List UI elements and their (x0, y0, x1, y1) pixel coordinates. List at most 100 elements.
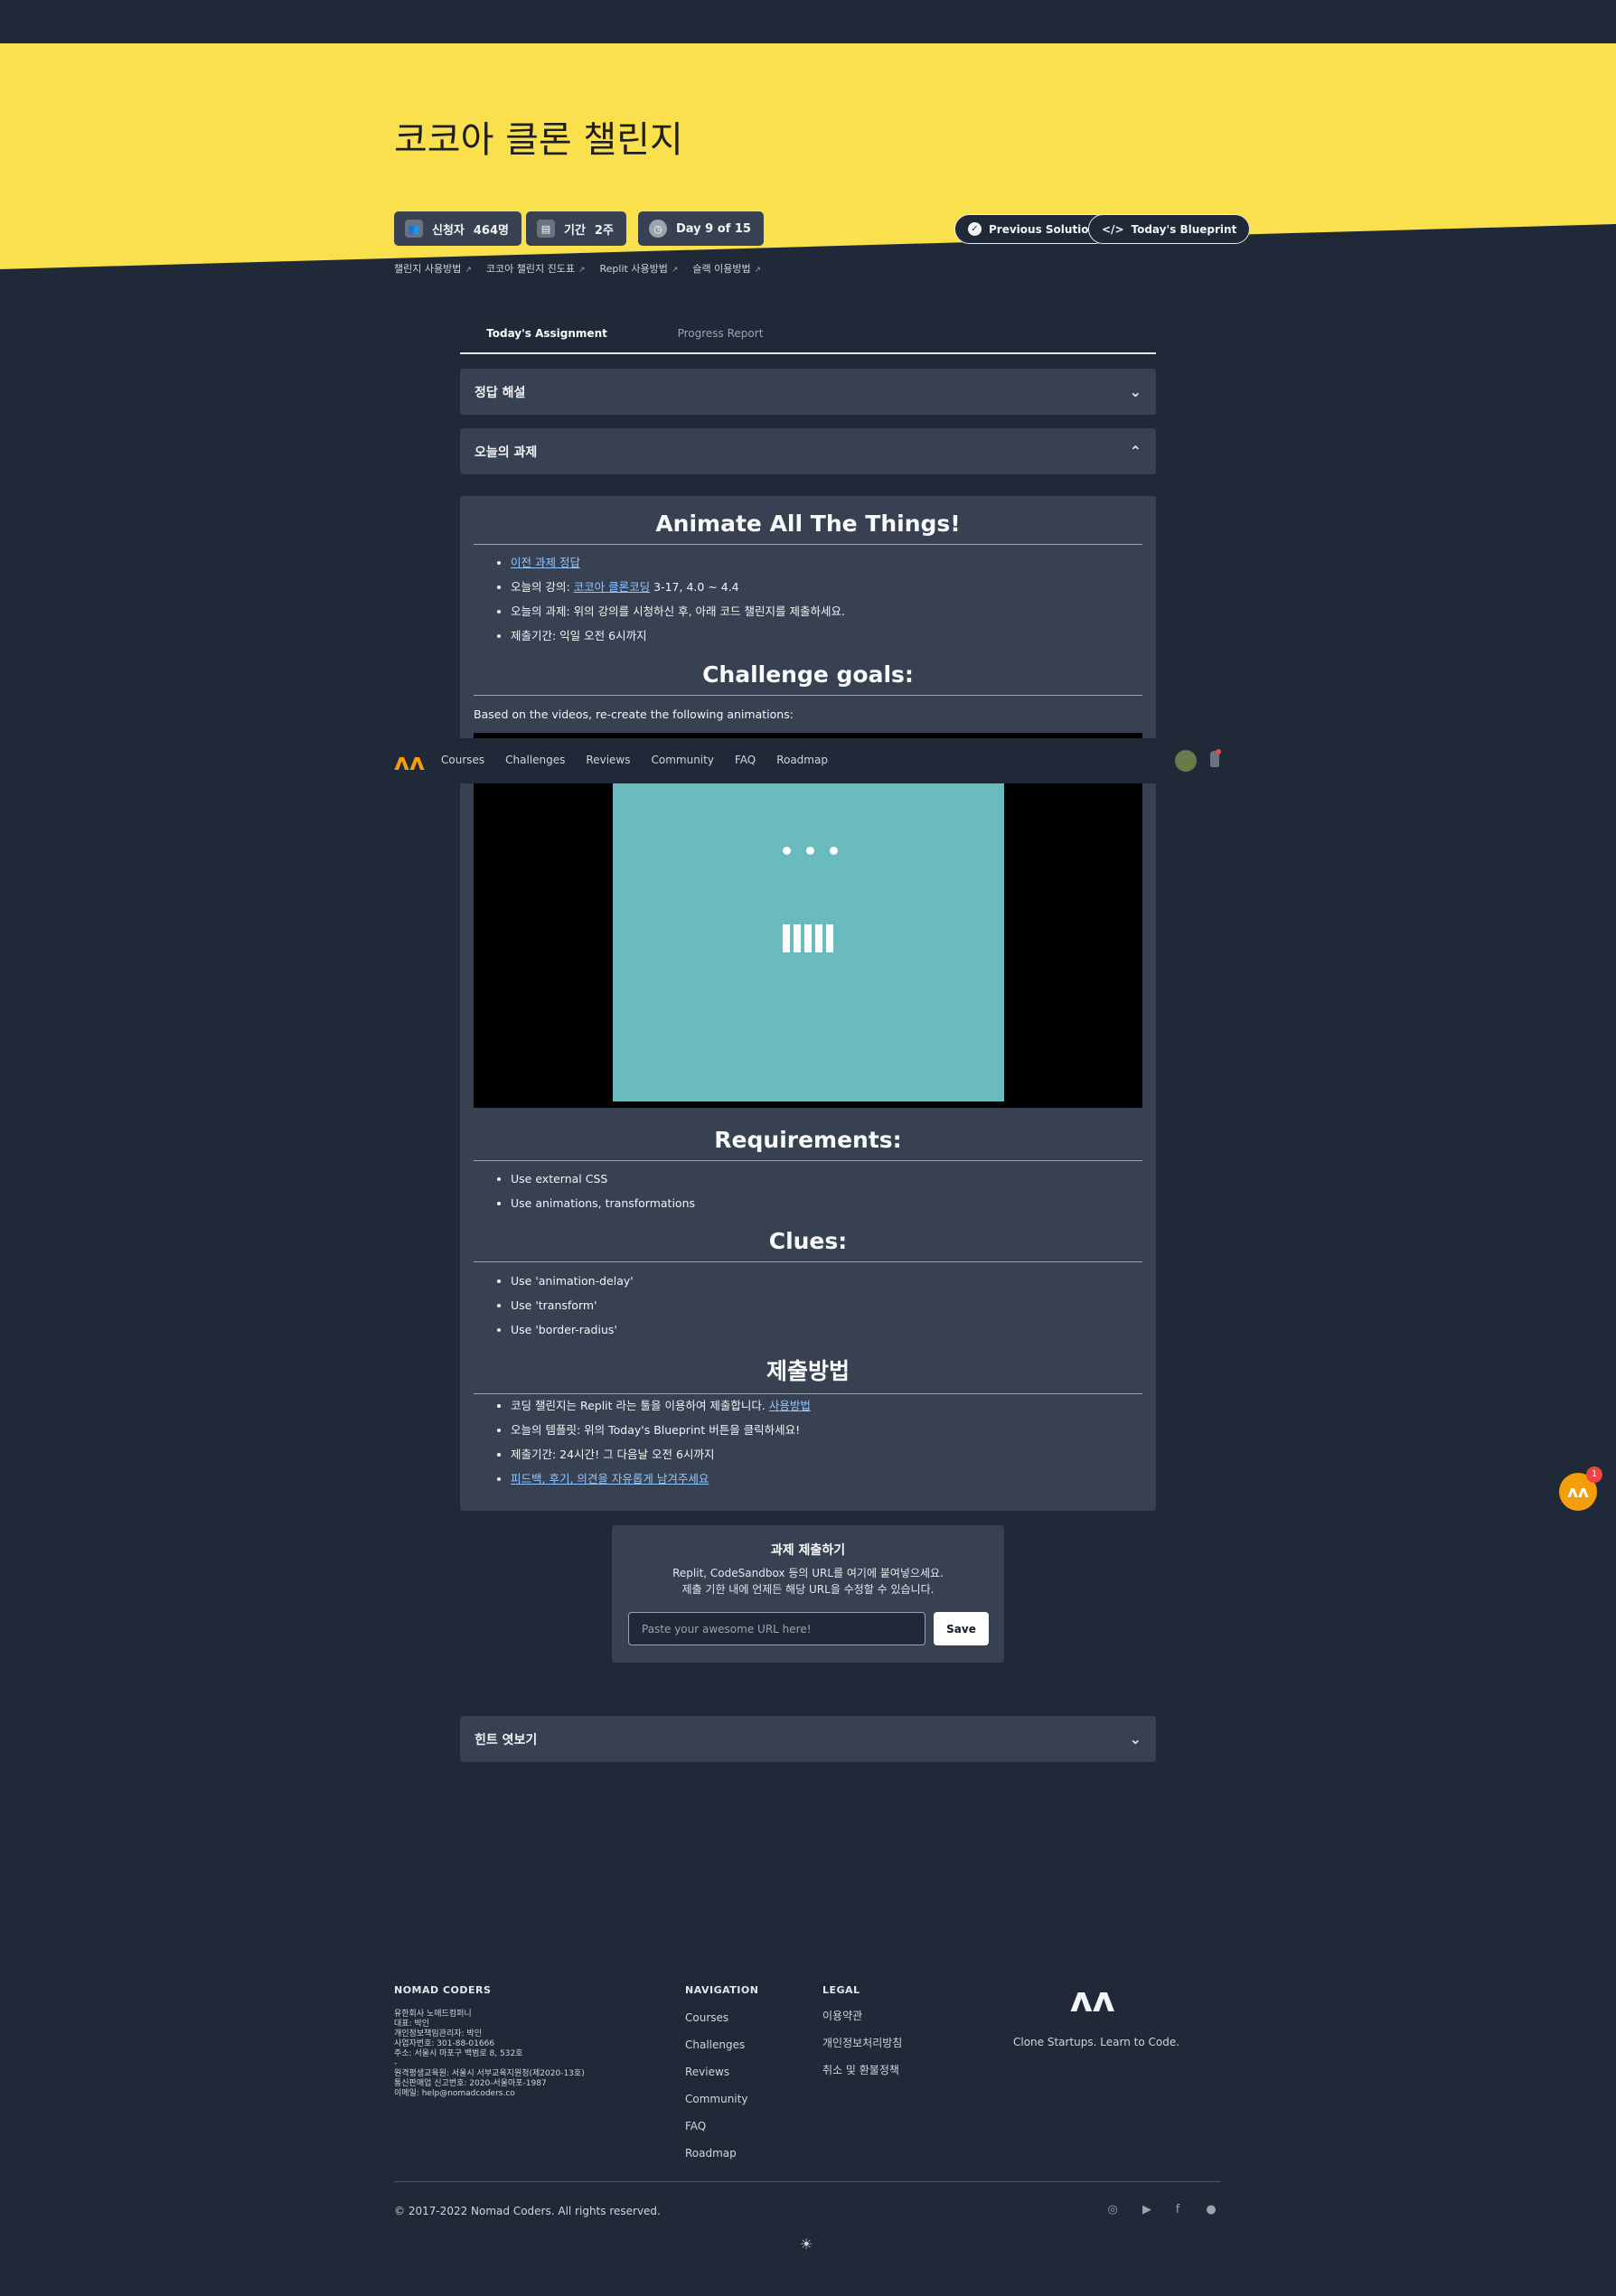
nomad-logo-icon[interactable]: ʌʌ (394, 749, 425, 776)
footer-divider (394, 2181, 1221, 2182)
footer-link-terms[interactable]: 이용약관 (822, 2008, 902, 2035)
link-challenge-guide[interactable]: 챌린지 사용방법 ↗ (394, 261, 472, 276)
duration-stat: ▤ 기간 2주 (526, 211, 626, 246)
nav-challenges[interactable]: Challenges (505, 754, 565, 766)
nav-reviews[interactable]: Reviews (586, 754, 630, 766)
link-replit-guide[interactable]: Replit 사용방법 ↗ (600, 261, 679, 276)
nomad-logo-icon: ʌʌ (1567, 1482, 1589, 1502)
bouncing-dots (783, 847, 838, 855)
list-item: 오늘의 과제: 위의 강의를 시청하신 후, 아래 코드 챌린지를 제출하세요. (511, 599, 845, 623)
heading-animate: Animate All The Things! (474, 511, 1142, 545)
duration-label: 기간 (564, 223, 586, 238)
applicants-stat: 👥 신청자 464명 (394, 211, 521, 246)
footer-legal-list: 이용약관 개인정보처리방침 취소 및 환불정책 (822, 2008, 902, 2089)
facebook-icon[interactable]: f (1170, 2203, 1185, 2217)
footer-nav-heading: NAVIGATION (685, 1984, 759, 1996)
footer-link-community[interactable]: Community (685, 2091, 747, 2118)
applicants-label: 신청자 (432, 223, 465, 238)
heading-requirements: Requirements: (474, 1127, 1142, 1161)
external-link-icon: ↗ (465, 266, 472, 275)
link-slack-guide[interactable]: 슬랙 이용방법 ↗ (692, 261, 761, 276)
assignment-submit-box: 과제 제출하기 Replit, CodeSandbox 등의 URL를 여기에 … (612, 1525, 1004, 1663)
submit-description: Replit, CodeSandbox 등의 URL를 여기에 붙여넣으세요. … (672, 1567, 944, 1596)
nav-faq[interactable]: FAQ (735, 754, 756, 766)
list-item: Use 'border-radius' (511, 1317, 634, 1342)
chevron-down-icon: ⌄ (1129, 1730, 1142, 1748)
list-item: Use external CSS (511, 1167, 695, 1191)
previous-solution-button[interactable]: ✓ Previous Solution (954, 214, 1111, 244)
resource-links: 챌린지 사용방법 ↗ 코코아 챌린지 진도표 ↗ Replit 사용방법 ↗ 슬랙 이… (394, 261, 761, 276)
footer-nav-list: Courses Challenges Reviews Community FAQ… (685, 2010, 747, 2172)
day-stat: ◷ Day 9 of 15 (638, 211, 764, 246)
youtube-icon[interactable]: ▶ (1140, 2203, 1154, 2217)
prev-answer-link[interactable]: 이전 과제 정답 (511, 556, 580, 569)
nav-links: Courses Challenges Reviews Community FAQ… (441, 754, 828, 766)
link-progress-table[interactable]: 코코아 챌린지 진도표 ↗ (486, 261, 586, 276)
feedback-link[interactable]: 피드백, 후기, 의견을 자유롭게 남겨주세요 (511, 1472, 709, 1485)
top-navbar: ʌʌ Courses Challenges Reviews Community … (0, 738, 1616, 783)
list-item: Use 'animation-delay' (511, 1269, 634, 1293)
list-item: 제출기간: 익일 오전 6시까지 (511, 623, 845, 648)
goals-description: Based on the videos, re-create the follo… (474, 708, 794, 721)
tab-todays-assignment[interactable]: Today's Assignment (460, 318, 634, 352)
replit-guide-link[interactable]: 사용방법 (769, 1399, 811, 1412)
footer-link-roadmap[interactable]: Roadmap (685, 2145, 747, 2172)
previous-solution-label: Previous Solution (989, 222, 1097, 236)
save-button[interactable]: Save (934, 1612, 989, 1645)
requirements-list: Use external CSS Use animations, transfo… (511, 1167, 695, 1215)
tab-progress-report[interactable]: Progress Report (634, 318, 807, 352)
users-icon: 👥 (405, 220, 423, 238)
nav-courses[interactable]: Courses (441, 754, 484, 766)
list-item: 이전 과제 정답 (511, 550, 845, 575)
footer-link-reviews[interactable]: Reviews (685, 2064, 747, 2091)
external-link-icon: ↗ (578, 266, 586, 275)
footer-link-refund[interactable]: 취소 및 환불정책 (822, 2062, 902, 2089)
footer-link-faq[interactable]: FAQ (685, 2118, 747, 2145)
footer-link-challenges[interactable]: Challenges (685, 2037, 747, 2064)
footer-tagline: Clone Startups. Learn to Code. (1013, 2036, 1180, 2048)
lecture-link[interactable]: 코코아 클론코딩 (574, 580, 650, 594)
submission-url-input[interactable] (628, 1612, 925, 1645)
list-item: Use 'transform' (511, 1293, 634, 1317)
nav-roadmap[interactable]: Roadmap (776, 754, 828, 766)
theme-toggle-sun-icon[interactable]: ☀ (800, 2235, 813, 2253)
check-circle-icon: ✓ (968, 222, 982, 236)
chevron-down-icon: ⌄ (1129, 383, 1142, 400)
assignment-content: Animate All The Things! 이전 과제 정답 오늘의 강의:… (460, 496, 1156, 1511)
accordion-today[interactable]: 오늘의 과제 ⌃ (460, 428, 1156, 474)
submit-title: 과제 제출하기 (770, 1543, 846, 1558)
nav-community[interactable]: Community (651, 754, 713, 766)
instagram-icon[interactable]: ◎ (1105, 2203, 1120, 2217)
tab-bar: Today's Assignment Progress Report (460, 318, 1156, 354)
avatar[interactable] (1175, 750, 1197, 772)
footer-company-info: 유한회사 노매드컴퍼니 대표: 박인 개인정보책임관리자: 박인 사업자번호: … (394, 2010, 585, 2098)
external-link-icon: ↗ (671, 266, 679, 275)
notification-badge: 1 (1586, 1467, 1602, 1483)
day-label: Day 9 of 15 (676, 221, 751, 236)
hero-banner (0, 43, 1616, 269)
duration-value: 2주 (594, 223, 614, 238)
applicants-value: 464명 (473, 223, 509, 238)
clock-icon: ◷ (649, 220, 667, 238)
submit-method-list: 코딩 챌린지는 Replit 라는 툴을 이용하여 제출합니다. 사용방법 오늘… (511, 1393, 811, 1491)
accordion-today-label: 오늘의 과제 (474, 445, 538, 460)
footer-copyright: © 2017-2022 Nomad Coders. All rights res… (394, 2205, 661, 2217)
footer-legal-heading: LEGAL (822, 1984, 860, 1996)
todays-blueprint-button[interactable]: </> Today's Blueprint (1088, 214, 1251, 244)
page-title: 코코아 클론 챌린지 (394, 119, 683, 161)
notification-bell-icon[interactable] (1210, 749, 1221, 767)
external-link-icon: ↗ (754, 266, 762, 275)
github-icon[interactable]: ● (1204, 2203, 1218, 2217)
accordion-hint-label: 힌트 엿보기 (474, 1732, 538, 1748)
accordion-answer[interactable]: 정답 해설 ⌄ (460, 369, 1156, 415)
list-item: 코딩 챌린지는 Replit 라는 툴을 이용하여 제출합니다. 사용방법 (511, 1393, 811, 1418)
heading-clues: Clues: (474, 1228, 1142, 1262)
footer-link-courses[interactable]: Courses (685, 2010, 747, 2037)
footer-link-privacy[interactable]: 개인정보처리방침 (822, 2035, 902, 2062)
accordion-hint[interactable]: 힌트 엿보기 ⌄ (460, 1716, 1156, 1762)
code-icon: </> (1102, 222, 1124, 236)
animation-preview-video[interactable] (474, 733, 1142, 1108)
list-item: 오늘의 템플릿: 위의 Today's Blueprint 버튼을 클릭하세요! (511, 1418, 811, 1442)
animate-list: 이전 과제 정답 오늘의 강의: 코코아 클론코딩 3-17, 4.0 ~ 4.… (511, 550, 845, 648)
chevron-up-icon: ⌃ (1129, 443, 1142, 460)
